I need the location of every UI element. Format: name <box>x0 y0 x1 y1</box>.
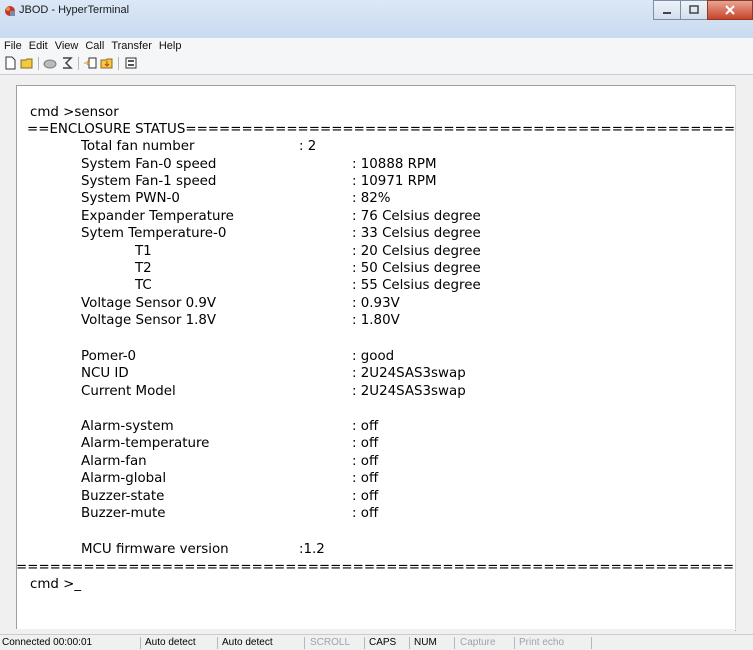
firmware-label: MCU firmware version <box>81 542 229 557</box>
alarm-label: Alarm-fan <box>81 454 147 469</box>
toolbar-separator <box>78 57 79 70</box>
alarm-label: Alarm-system <box>81 419 174 434</box>
toolbar <box>0 54 753 75</box>
menu-transfer[interactable]: Transfer <box>108 38 155 54</box>
properties-icon[interactable] <box>124 56 138 70</box>
reading-value: : 50 Celsius degree <box>352 261 481 276</box>
status-emulation: Auto detect <box>143 637 218 649</box>
terminal-border <box>0 85 16 635</box>
menu-bar: File Edit View Call Transfer Help <box>0 38 753 54</box>
close-button[interactable] <box>707 0 753 20</box>
reading-value: : 55 Celsius degree <box>352 278 481 293</box>
menu-call[interactable]: Call <box>82 38 107 54</box>
status-caps: CAPS <box>367 637 410 649</box>
disconnect-icon[interactable] <box>60 56 74 70</box>
alarm-label: Alarm-global <box>81 471 167 486</box>
alarm-value: : off <box>352 471 379 486</box>
alarm-value: : off <box>352 454 379 469</box>
enclosure-header: ==ENCLOSURE STATUS======================… <box>27 122 735 137</box>
app-icon <box>5 6 15 16</box>
reading-label: System PWN-0 <box>81 191 180 206</box>
fan-count-label: Total fan number <box>81 139 195 154</box>
fan-count-value: : 2 <box>299 139 317 154</box>
reading-value: : 0.93V <box>352 296 400 311</box>
status-connection: Connected 00:00:01 <box>0 637 141 649</box>
status-value: : good <box>352 349 395 364</box>
status-scroll: SCROLL <box>308 637 365 649</box>
window-title: JBOD - HyperTerminal <box>19 4 130 16</box>
window-controls <box>653 0 753 20</box>
status-settings: Auto detect <box>220 637 305 649</box>
status-value: : 2U24SAS3swap <box>352 384 466 399</box>
menu-view[interactable]: View <box>52 38 82 54</box>
status-label: Current Model <box>81 384 176 399</box>
menu-file[interactable]: File <box>1 38 25 54</box>
reading-label: Voltage Sensor 1.8V <box>81 313 217 328</box>
reading-value: : 33 Celsius degree <box>352 226 481 241</box>
status-num: NUM <box>412 637 455 649</box>
reading-label: Sytem Temperature-0 <box>81 226 227 241</box>
receive-icon[interactable] <box>100 56 114 70</box>
reading-value: : 10888 RPM <box>352 157 437 172</box>
alarm-label: Alarm-temperature <box>81 436 210 451</box>
vertical-scrollbar[interactable] <box>735 85 753 629</box>
footer-rule: ========================================… <box>17 560 735 575</box>
reading-label: TC <box>135 278 152 293</box>
reading-label: T1 <box>135 244 152 259</box>
status-label: NCU ID <box>81 366 129 381</box>
reading-label: System Fan-1 speed <box>81 174 217 189</box>
reading-value: : 1.80V <box>352 313 400 328</box>
status-print-echo: Print echo <box>517 637 592 649</box>
firmware-value: :1.2 <box>299 542 325 557</box>
input-prompt: cmd >_ <box>30 577 81 593</box>
reading-label: System Fan-0 speed <box>81 157 217 172</box>
alarm-value: : off <box>352 419 379 434</box>
reading-value: : 82% <box>352 191 391 206</box>
status-capture: Capture <box>458 637 515 649</box>
reading-value: : 10971 RPM <box>352 174 437 189</box>
reading-value: : 20 Celsius degree <box>352 244 481 259</box>
status-bar: Connected 00:00:01 Auto detect Auto dete… <box>0 634 753 650</box>
reading-value: : 76 Celsius degree <box>352 209 481 224</box>
maximize-icon <box>689 5 699 14</box>
toolbar-separator <box>38 57 39 70</box>
close-icon <box>725 5 735 15</box>
menu-edit[interactable]: Edit <box>26 38 51 54</box>
reading-label: T2 <box>135 261 152 276</box>
maximize-button[interactable] <box>680 0 708 20</box>
alarm-value: : off <box>352 506 379 521</box>
terminal-screen[interactable]: cmd >sensor ==ENCLOSURE STATUS==========… <box>17 86 735 629</box>
hyperterminal-window: JBOD - HyperTerminal File Edit View Call Tra… <box>0 0 753 650</box>
reading-label: Expander Temperature <box>81 209 234 224</box>
toolbar-separator <box>118 57 119 70</box>
alarm-value: : off <box>352 489 379 504</box>
new-icon[interactable] <box>3 56 17 70</box>
command-prompt: cmd >sensor <box>30 105 119 120</box>
alarm-label: Buzzer-mute <box>81 506 166 521</box>
status-value: : 2U24SAS3swap <box>352 366 466 381</box>
send-icon[interactable] <box>83 56 97 70</box>
alarm-value: : off <box>352 436 379 451</box>
minimize-icon <box>663 12 671 14</box>
menu-help[interactable]: Help <box>156 38 185 54</box>
terminal-cursor: _ <box>74 577 82 592</box>
alarm-label: Buzzer-state <box>81 489 165 504</box>
input-prompt-text: cmd > <box>30 577 75 592</box>
phone-icon[interactable] <box>43 56 57 70</box>
status-label: Pomer-0 <box>81 349 137 364</box>
open-icon[interactable] <box>20 56 34 70</box>
reading-label: Voltage Sensor 0.9V <box>81 296 217 311</box>
minimize-button[interactable] <box>653 0 681 20</box>
title-bar[interactable]: JBOD - HyperTerminal <box>0 0 753 38</box>
